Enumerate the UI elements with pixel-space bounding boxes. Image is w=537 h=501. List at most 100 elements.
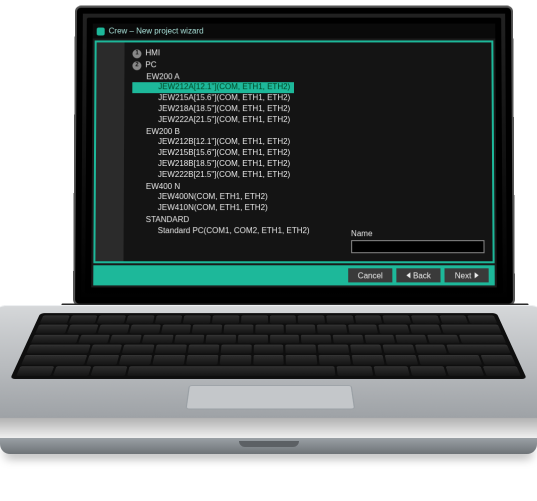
- laptop-mockup: Crew – New project wizard 1 HMI 2 PC: [0, 0, 537, 501]
- back-button[interactable]: Back: [396, 268, 440, 282]
- keyboard-key: [333, 335, 364, 344]
- keyboard-key: [379, 325, 410, 333]
- keyboard-key: [127, 366, 335, 376]
- app-window: Crew – New project wizard 1 HMI 2 PC: [91, 24, 497, 288]
- keyboard-key: [482, 366, 521, 376]
- trackpad: [185, 385, 355, 409]
- keyboard-key: [90, 366, 127, 376]
- tree-item[interactable]: JEW222A[21.5"](COM, ETH1, ETH2): [132, 115, 345, 126]
- tree-item[interactable]: JEW215B[15.6"](COM, ETH1, ETH2): [132, 148, 345, 159]
- tree-item[interactable]: JEW218B[18.5"](COM, ETH1, ETH2): [132, 159, 345, 170]
- next-button[interactable]: Next: [444, 268, 488, 282]
- keyboard-key: [68, 316, 97, 324]
- button-label: Back: [413, 271, 431, 280]
- laptop-front-edge: [0, 438, 537, 454]
- screen-bezel: Crew – New project wizard 1 HMI 2 PC: [85, 18, 503, 294]
- name-label: Name: [351, 229, 484, 238]
- wizard-footer: Cancel Back Next: [93, 265, 495, 285]
- keyboard-key: [364, 335, 395, 344]
- tree-group-label[interactable]: EW200 A: [132, 72, 344, 83]
- tree-group-label[interactable]: EW400 N: [132, 182, 345, 193]
- keyboard-key: [417, 355, 482, 364]
- keyboard-key: [186, 355, 218, 364]
- keyboard-key: [286, 345, 317, 354]
- keyboard-key: [97, 316, 126, 324]
- keyboard-key: [238, 335, 268, 344]
- tree-item[interactable]: JEW410N(COM, ETH1, ETH2): [132, 203, 345, 214]
- keyboard-key: [481, 355, 516, 364]
- step-number-icon: 1: [132, 49, 141, 58]
- tree-item[interactable]: Standard PC(COM1, COM2, ETH1, ETH2): [132, 226, 345, 237]
- tree-item[interactable]: JEW215A[15.6"](COM, ETH1, ETH2): [132, 93, 345, 104]
- keyboard-key: [122, 345, 155, 354]
- keyboard-key: [110, 335, 142, 344]
- keyboard-key: [241, 316, 268, 324]
- keyboard-key: [270, 316, 297, 324]
- keyboard-key: [410, 366, 447, 376]
- keyboard-key: [439, 316, 468, 324]
- tree-item[interactable]: JEW218A[18.5"](COM, ETH1, ETH2): [132, 104, 345, 115]
- keyboard-key: [40, 316, 70, 324]
- tree-group-label[interactable]: STANDARD: [132, 215, 345, 226]
- keyboard-key: [385, 355, 418, 364]
- keyboard-key: [219, 355, 250, 364]
- keyboard-key: [129, 325, 160, 333]
- wizard-content: 1 HMI 2 PC EW200 AJEW212A[12.1"](COM, ET…: [93, 40, 494, 263]
- keyboard-key: [440, 325, 501, 333]
- keyboard-key: [155, 316, 183, 324]
- keyboard-key: [298, 316, 325, 324]
- keyboard-key: [212, 316, 239, 324]
- app-icon: [97, 27, 105, 35]
- keyboard-key: [354, 316, 382, 324]
- keyboard-key: [26, 345, 90, 354]
- keyboard-key: [53, 366, 91, 376]
- keyboard-key: [78, 335, 110, 344]
- wizard-step-2[interactable]: 2 PC: [132, 60, 344, 71]
- tree-item[interactable]: JEW212B[12.1"](COM, ETH1, ETH2): [132, 137, 345, 148]
- tree-item[interactable]: JEW400N(COM, ETH1, ETH2): [132, 192, 345, 203]
- wizard-step-1[interactable]: 1 HMI: [132, 48, 344, 59]
- keyboard-key: [383, 316, 412, 324]
- device-tree: 1 HMI 2 PC EW200 AJEW212A[12.1"](COM, ET…: [132, 48, 346, 257]
- keyboard-key: [224, 325, 254, 333]
- keyboard-key: [192, 325, 222, 333]
- keyboard-key: [188, 345, 219, 354]
- keyboard-key: [468, 316, 498, 324]
- keyboard-key: [410, 325, 442, 333]
- keyboard-key: [142, 335, 173, 344]
- keyboard-key: [255, 325, 284, 333]
- keyboard-key: [270, 335, 300, 344]
- laptop-lid: Crew – New project wizard 1 HMI 2 PC: [73, 6, 515, 306]
- keyboard-key: [458, 335, 506, 344]
- name-input[interactable]: [351, 240, 484, 253]
- step-label: PC: [145, 60, 156, 71]
- tree-item[interactable]: JEW212A[12.1"](COM, ETH1, ETH2): [132, 83, 294, 94]
- titlebar: Crew – New project wizard: [93, 24, 496, 39]
- keyboard-key: [161, 325, 192, 333]
- keyboard-key: [317, 325, 347, 333]
- step-label: HMI: [145, 48, 160, 59]
- keyboard-key: [414, 345, 447, 354]
- tree-item[interactable]: JEW222B[21.5"](COM, ETH1, ETH2): [132, 170, 345, 181]
- keyboard-key: [318, 345, 349, 354]
- keyboard-key: [153, 355, 186, 364]
- window-title: Crew – New project wizard: [109, 27, 204, 36]
- keyboard-key: [373, 366, 410, 376]
- keyboard-key: [98, 325, 130, 333]
- keyboard-key: [352, 355, 385, 364]
- keyboard-key: [382, 345, 415, 354]
- keyboard-key: [119, 355, 152, 364]
- keyboard-key: [35, 325, 68, 333]
- keyboard-key: [183, 316, 211, 324]
- keyboard-key: [220, 345, 251, 354]
- keyboard-key: [319, 355, 351, 364]
- button-label: Cancel: [358, 271, 383, 280]
- keyboard-key: [253, 355, 284, 364]
- keyboard: [10, 313, 527, 379]
- keyboard-key: [86, 355, 120, 364]
- chevron-right-icon: [474, 272, 478, 278]
- keyboard-key: [21, 355, 87, 364]
- tree-group-label[interactable]: EW200 B: [132, 127, 345, 138]
- cancel-button[interactable]: Cancel: [348, 268, 392, 282]
- keyboard-key: [89, 345, 122, 354]
